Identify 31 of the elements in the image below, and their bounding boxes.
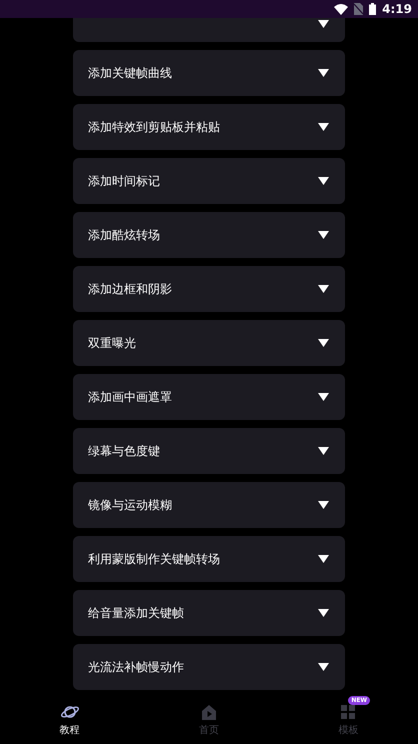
planet-icon bbox=[60, 703, 80, 721]
tutorial-item[interactable]: 利用蒙版制作关键帧转场 bbox=[73, 536, 345, 582]
nav-tab[interactable]: 教程 bbox=[0, 697, 140, 744]
tutorial-title: 光流法补帧慢动作 bbox=[88, 659, 184, 676]
tutorial-title: 添加关键帧曲线 bbox=[88, 65, 172, 82]
tutorial-title: 利用蒙版制作关键帧转场 bbox=[88, 551, 220, 568]
tutorial-title: 给音量添加关键帧 bbox=[88, 605, 184, 622]
battery-icon bbox=[369, 3, 376, 15]
tutorial-title: 镜像与运动模糊 bbox=[88, 497, 172, 514]
tutorial-title: 添加画中画遮罩 bbox=[88, 389, 172, 406]
tutorial-item[interactable]: 光流法补帧慢动作 bbox=[73, 644, 345, 690]
tutorial-title: 添加时间标记 bbox=[88, 173, 160, 190]
tutorial-item[interactable]: 镜像与运动模糊 bbox=[73, 482, 345, 528]
tutorial-title: 添加特效到剪贴板并粘贴 bbox=[88, 119, 220, 136]
tutorial-title: 双重曝光 bbox=[88, 335, 136, 352]
tutorial-item[interactable]: 添加特效到剪贴板并粘贴 bbox=[73, 104, 345, 150]
tutorial-title: 绿幕与色度键 bbox=[88, 443, 160, 460]
wifi-icon bbox=[334, 4, 348, 14]
tutorial-item[interactable]: 添加边框和阴影 bbox=[73, 266, 345, 312]
tutorial-item[interactable]: 添加画中画遮罩 bbox=[73, 374, 345, 420]
tutorial-title: 添加边框和阴影 bbox=[88, 281, 172, 298]
clock: 4:19 bbox=[382, 1, 412, 18]
tutorial-title: 添加酷炫转场 bbox=[88, 227, 160, 244]
tutorial-item[interactable]: 双重曝光 bbox=[73, 320, 345, 366]
tutorial-item[interactable] bbox=[73, 18, 345, 42]
tutorial-item[interactable]: 添加时间标记 bbox=[73, 158, 345, 204]
no-sim-icon bbox=[354, 3, 364, 15]
tutorial-item[interactable]: 添加关键帧曲线 bbox=[73, 50, 345, 96]
tutorial-item[interactable]: 给音量添加关键帧 bbox=[73, 590, 345, 636]
tutorial-item[interactable]: 绿幕与色度键 bbox=[73, 428, 345, 474]
tutorial-item[interactable]: 添加酷炫转场 bbox=[73, 212, 345, 258]
